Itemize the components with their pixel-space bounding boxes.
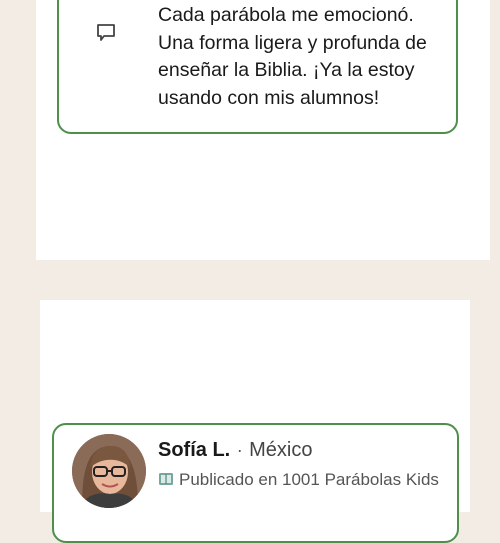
quote-line: enseñar la Biblia. ¡Ya la estoy [158,59,415,81]
reviewer-name: Sofía L. [158,439,231,461]
reviewer-avatar [72,434,146,508]
book-icon [158,471,174,492]
reviewer-info: Sofía L. · México [158,439,313,462]
quote-line: Una forma ligera y profunda de [158,31,427,54]
separator: · [236,440,243,460]
reviewer-avatar-top [76,0,136,6]
comment-icon[interactable] [95,22,117,44]
published-text: Publicado en 1001 Parábolas Kids [179,470,439,489]
quote-line: usando con mis alumnos! [158,86,380,109]
published-line: Publicado en 1001 Parábolas Kids [158,470,439,492]
quote-line: Cada parábola me emocionó. [158,4,414,26]
testimonial-quote: Cada parábola me emocionó. Una forma lig… [158,2,448,112]
reviewer-country: México [249,439,313,461]
